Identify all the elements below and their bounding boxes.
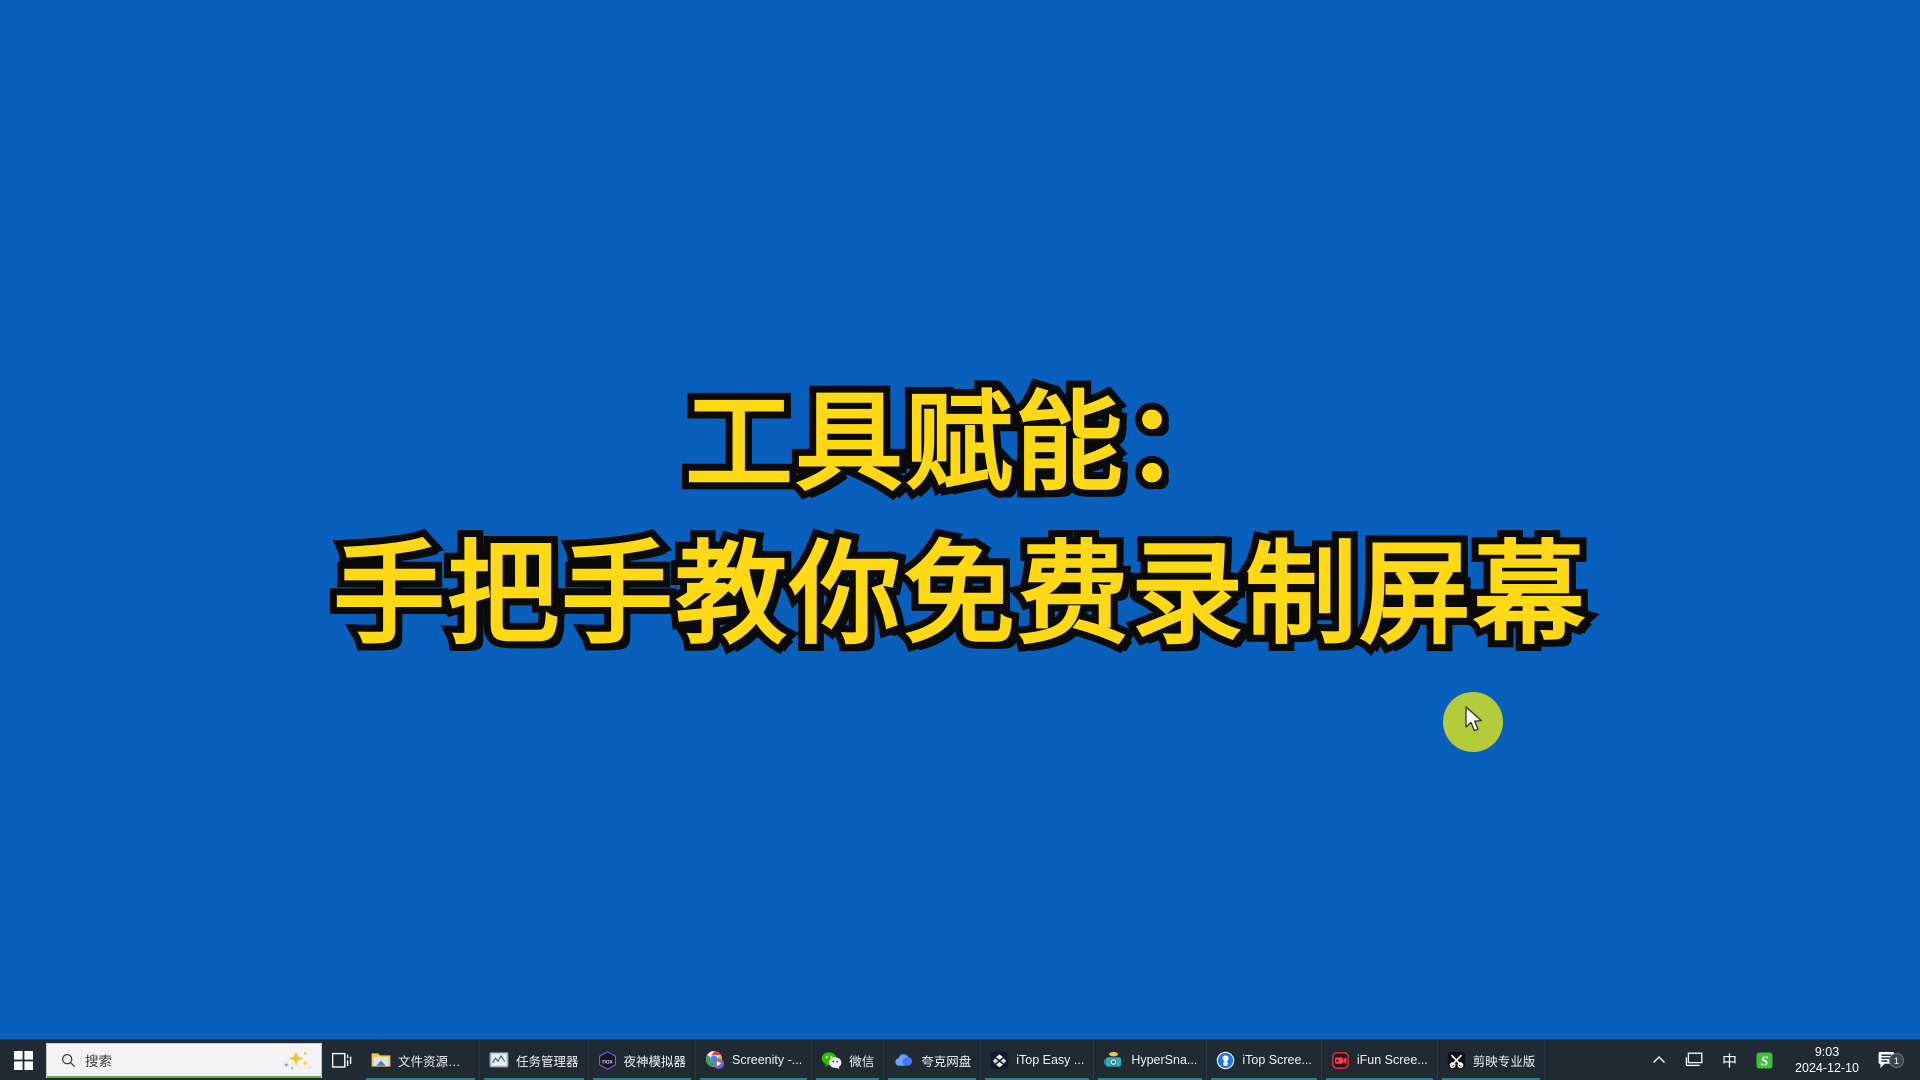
task-view-icon xyxy=(332,1052,352,1068)
taskbar-item-label: 微信 xyxy=(849,1054,875,1069)
ime-label: 中 xyxy=(1722,1052,1738,1070)
taskbar-item-label: 夜神模拟器 xyxy=(623,1054,687,1069)
task-manager-icon xyxy=(489,1051,509,1069)
slide-title-block: 工具赋能： 手把手教你免费录制屏幕 xyxy=(326,381,1592,657)
slide-title-line-2: 手把手教你免费录制屏幕 xyxy=(326,531,1592,657)
taskbar-items: 文件资源管... 任务管理器 nox 夜神模拟器 Screenity -... 微信 夸克网… xyxy=(362,1040,1643,1080)
taskbar-item-9[interactable]: iFun Scree... xyxy=(1322,1040,1438,1080)
clock[interactable]: 9:03 2024-12-10 xyxy=(1783,1044,1871,1076)
wechat-icon xyxy=(821,1051,842,1070)
taskbar-item-label: Screenity -... xyxy=(732,1053,803,1067)
slide-title-line-1: 工具赋能： xyxy=(678,381,1240,503)
notification-badge: 1 xyxy=(1889,1053,1904,1068)
ime-button[interactable]: 中 xyxy=(1713,1040,1746,1080)
jianying-capcut-icon xyxy=(1447,1051,1466,1070)
notification-center-button[interactable]: 1 xyxy=(1871,1050,1910,1070)
search-box[interactable]: 搜索 xyxy=(46,1042,322,1078)
sogou-input-button[interactable]: S xyxy=(1746,1040,1783,1080)
clock-time: 9:03 xyxy=(1814,1045,1840,1059)
mouse-cursor-icon xyxy=(1465,706,1483,732)
quark-netdisk-icon xyxy=(893,1051,914,1069)
search-input[interactable]: 搜索 xyxy=(85,1050,274,1070)
search-icon xyxy=(61,1053,76,1067)
taskbar-item-label: HyperSna... xyxy=(1131,1053,1198,1067)
nox-player-icon: nox xyxy=(598,1050,617,1070)
network-monitor-icon xyxy=(1685,1052,1703,1067)
start-button[interactable] xyxy=(0,1040,46,1080)
itop-screen-recorder-icon xyxy=(1216,1051,1235,1070)
taskbar-item-label: iTop Scree... xyxy=(1242,1053,1312,1067)
search-underline xyxy=(47,1075,321,1078)
desktop-slide: 工具赋能： 手把手教你免费录制屏幕 xyxy=(0,0,1920,1039)
taskbar-item-10[interactable]: 剪映专业版 xyxy=(1438,1040,1546,1080)
cursor-highlight xyxy=(1443,692,1503,752)
taskbar-item-6[interactable]: iTop Easy ... xyxy=(981,1040,1095,1080)
windows-logo-icon xyxy=(13,1050,33,1070)
system-tray: 中 S 9:03 2024-12-10 1 xyxy=(1643,1040,1920,1080)
taskbar-item-3[interactable]: Screenity -... xyxy=(696,1040,813,1080)
network-button[interactable] xyxy=(1675,1040,1713,1080)
taskbar-item-label: iTop Easy ... xyxy=(1016,1053,1085,1067)
svg-text:S: S xyxy=(1761,1054,1769,1069)
copilot-sparkle-icon[interactable] xyxy=(283,1049,313,1071)
taskbar-item-label: 文件资源管... xyxy=(398,1054,470,1069)
taskbar: 搜索 文件资源管... 任务管理器 nox 夜神模拟器 Screenity -... 微信… xyxy=(0,1039,1920,1080)
taskbar-item-7[interactable]: HyperSna... xyxy=(1094,1040,1208,1080)
ifun-screen-recorder-icon xyxy=(1331,1051,1350,1070)
taskbar-item-label: iFun Scree... xyxy=(1356,1053,1428,1067)
chrome-icon xyxy=(705,1050,725,1070)
itop-easy-desktop-icon xyxy=(990,1051,1009,1070)
chevron-up-icon xyxy=(1653,1056,1666,1063)
tray-overflow-button[interactable] xyxy=(1643,1040,1675,1080)
taskbar-item-4[interactable]: 微信 xyxy=(812,1040,885,1080)
taskbar-item-5[interactable]: 夸克网盘 xyxy=(884,1040,982,1080)
taskbar-item-label: 夸克网盘 xyxy=(921,1054,972,1069)
clock-date: 2024-12-10 xyxy=(1795,1061,1859,1075)
taskbar-item-1[interactable]: 任务管理器 xyxy=(480,1040,589,1080)
taskbar-item-2[interactable]: nox 夜神模拟器 xyxy=(589,1040,697,1080)
hypersnap-icon xyxy=(1103,1051,1124,1070)
task-view-button[interactable] xyxy=(322,1040,362,1080)
svg-text:nox: nox xyxy=(602,1058,613,1065)
taskbar-item-0[interactable]: 文件资源管... xyxy=(362,1040,480,1080)
sogou-input-icon: S xyxy=(1756,1052,1773,1069)
file-explorer-icon xyxy=(371,1051,391,1069)
taskbar-item-label: 任务管理器 xyxy=(516,1054,579,1069)
taskbar-item-8[interactable]: iTop Scree... xyxy=(1207,1040,1322,1080)
taskbar-item-label: 剪映专业版 xyxy=(1472,1054,1536,1069)
